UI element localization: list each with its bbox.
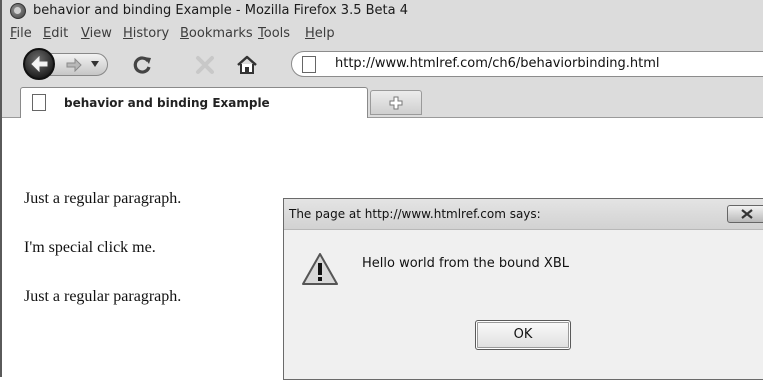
tab-active[interactable]: behavior and binding Example xyxy=(20,87,368,118)
close-icon xyxy=(741,209,753,219)
new-tab-button[interactable] xyxy=(370,90,422,115)
tab-label: behavior and binding Example xyxy=(64,96,270,110)
back-icon xyxy=(31,56,48,72)
back-button[interactable] xyxy=(23,48,55,80)
menu-bar: File Edit View History Bookmarks Tools H… xyxy=(2,22,763,46)
forward-icon xyxy=(66,58,82,72)
tab-page-icon xyxy=(32,94,46,111)
window-title: behavior and binding Example - Mozilla F… xyxy=(33,3,409,18)
firefox-icon xyxy=(10,3,26,19)
ok-button[interactable]: OK xyxy=(475,320,571,350)
url-input[interactable]: http://www.htmlref.com/ch6/behaviorbindi… xyxy=(335,56,660,71)
menu-view[interactable]: View xyxy=(81,26,112,41)
dialog-message: Hello world from the bound XBL xyxy=(362,256,569,271)
menu-history[interactable]: History xyxy=(123,26,169,41)
alert-dialog: The page at http://www.htmlref.com says:… xyxy=(283,198,763,380)
dialog-title: The page at http://www.htmlref.com says: xyxy=(289,207,541,221)
plus-icon xyxy=(389,96,403,110)
menu-help[interactable]: Help xyxy=(305,26,335,41)
history-dropdown-icon[interactable] xyxy=(91,61,99,67)
dialog-close-button[interactable] xyxy=(727,205,763,223)
tab-strip: behavior and binding Example xyxy=(2,86,763,118)
menu-edit[interactable]: Edit xyxy=(43,26,68,41)
forward-button[interactable] xyxy=(50,53,108,76)
menu-file[interactable]: File xyxy=(10,26,32,41)
url-bar[interactable]: http://www.htmlref.com/ch6/behaviorbindi… xyxy=(291,51,763,77)
warning-icon xyxy=(302,253,338,285)
special-paragraph[interactable]: I'm special click me. xyxy=(24,239,156,257)
navigation-toolbar: http://www.htmlref.com/ch6/behaviorbindi… xyxy=(2,46,763,86)
dialog-title-bar: The page at http://www.htmlref.com says: xyxy=(284,199,763,230)
reload-icon[interactable] xyxy=(133,55,153,75)
menu-bookmarks[interactable]: Bookmarks xyxy=(180,26,253,41)
stop-icon[interactable] xyxy=(195,55,215,75)
regular-paragraph: Just a regular paragraph. xyxy=(24,288,182,305)
title-bar: behavior and binding Example - Mozilla F… xyxy=(2,0,763,22)
regular-paragraph: Just a regular paragraph. xyxy=(24,190,182,207)
page-icon xyxy=(302,56,316,73)
home-icon[interactable] xyxy=(236,55,258,75)
menu-tools[interactable]: Tools xyxy=(258,26,290,41)
